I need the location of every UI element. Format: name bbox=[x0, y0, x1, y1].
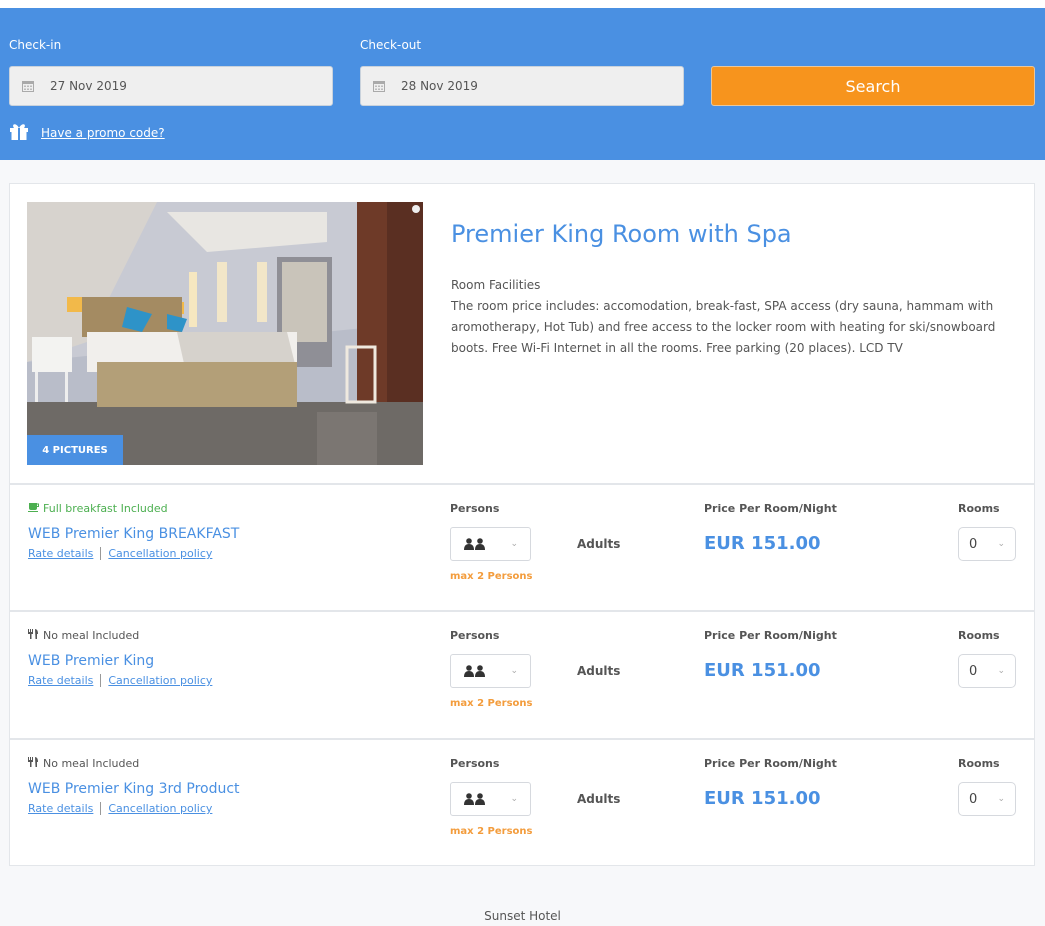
chevron-down-icon: ⌄ bbox=[997, 539, 1005, 549]
pictures-badge[interactable]: 4 PICTURES bbox=[27, 435, 123, 465]
rooms-value: 0 bbox=[969, 536, 978, 552]
rate-details-link[interactable]: Rate details bbox=[28, 674, 93, 687]
checkin-input[interactable]: 27 Nov 2019 bbox=[9, 66, 333, 106]
expand-icon[interactable] bbox=[412, 205, 420, 213]
rate-details-link[interactable]: Rate details bbox=[28, 547, 93, 560]
rate-row: No meal Included WEB Premier King Rate d… bbox=[10, 610, 1034, 737]
two-persons-icon bbox=[464, 790, 486, 809]
rate-links: Rate details Cancellation policy bbox=[28, 547, 212, 560]
promo-row: Have a promo code? bbox=[9, 122, 165, 144]
adults-label: Adults bbox=[577, 792, 621, 806]
max-persons-note: max 2 Persons bbox=[450, 571, 533, 582]
persons-label: Persons bbox=[450, 757, 500, 770]
room-title: Premier King Room with Spa bbox=[451, 220, 792, 248]
rate-row: No meal Included WEB Premier King 3rd Pr… bbox=[10, 738, 1034, 865]
meal-info: No meal Included bbox=[28, 629, 139, 642]
search-header: Check-in 27 Nov 2019 Check-out 28 Nov 20… bbox=[0, 8, 1045, 160]
persons-label: Persons bbox=[450, 629, 500, 642]
checkout-label: Check-out bbox=[360, 38, 422, 52]
rooms-value: 0 bbox=[969, 791, 978, 807]
cancellation-policy-link[interactable]: Cancellation policy bbox=[108, 674, 212, 687]
meal-info: No meal Included bbox=[28, 757, 139, 770]
calendar-icon bbox=[22, 80, 34, 92]
meal-label: No meal Included bbox=[43, 757, 140, 770]
checkin-value: 27 Nov 2019 bbox=[50, 79, 127, 93]
rate-name[interactable]: WEB Premier King 3rd Product bbox=[28, 781, 240, 797]
chevron-down-icon: ⌄ bbox=[510, 539, 518, 549]
cancellation-policy-link[interactable]: Cancellation policy bbox=[108, 802, 212, 815]
link-separator bbox=[100, 547, 102, 560]
room-photo-illustration bbox=[27, 202, 423, 465]
checkout-value: 28 Nov 2019 bbox=[401, 79, 478, 93]
price-label: Price Per Room/Night bbox=[704, 502, 837, 515]
coffee-cup-icon bbox=[28, 502, 39, 515]
rate-name[interactable]: WEB Premier King BREAKFAST bbox=[28, 526, 239, 542]
cutlery-icon bbox=[28, 629, 39, 642]
rate-row: Full breakfast Included WEB Premier King… bbox=[10, 483, 1034, 610]
meal-label: No meal Included bbox=[43, 629, 140, 642]
meal-info: Full breakfast Included bbox=[28, 502, 168, 515]
chevron-down-icon: ⌄ bbox=[510, 794, 518, 804]
price-value: EUR 151.00 bbox=[704, 533, 821, 554]
adults-label: Adults bbox=[577, 537, 621, 551]
checkout-input[interactable]: 28 Nov 2019 bbox=[360, 66, 684, 106]
rooms-label: Rooms bbox=[958, 629, 1000, 642]
rooms-select[interactable]: 0 ⌄ bbox=[958, 782, 1016, 816]
top-bar bbox=[0, 0, 1045, 8]
rate-links: Rate details Cancellation policy bbox=[28, 674, 212, 687]
price-label: Price Per Room/Night bbox=[704, 629, 837, 642]
rate-details-link[interactable]: Rate details bbox=[28, 802, 93, 815]
link-separator bbox=[100, 674, 102, 687]
rate-links: Rate details Cancellation policy bbox=[28, 802, 212, 815]
persons-select[interactable]: ⌄ bbox=[450, 527, 531, 561]
checkin-label: Check-in bbox=[9, 38, 62, 52]
facilities-label: Room Facilities bbox=[451, 278, 541, 292]
chevron-down-icon: ⌄ bbox=[510, 666, 518, 676]
price-label: Price Per Room/Night bbox=[704, 757, 837, 770]
link-separator bbox=[100, 802, 102, 815]
cutlery-icon bbox=[28, 757, 39, 770]
persons-select[interactable]: ⌄ bbox=[450, 654, 531, 688]
footer-hotel-name: Sunset Hotel bbox=[484, 909, 561, 923]
calendar-icon bbox=[373, 80, 385, 92]
adults-label: Adults bbox=[577, 664, 621, 678]
meal-label: Full breakfast Included bbox=[43, 502, 168, 515]
price-value: EUR 151.00 bbox=[704, 660, 821, 681]
max-persons-note: max 2 Persons bbox=[450, 826, 533, 837]
persons-select[interactable]: ⌄ bbox=[450, 782, 531, 816]
room-card: 4 PICTURES Premier King Room with Spa Ro… bbox=[9, 183, 1035, 866]
rooms-select[interactable]: 0 ⌄ bbox=[958, 527, 1016, 561]
facilities-text: The room price includes: accomodation, b… bbox=[451, 299, 996, 355]
rooms-label: Rooms bbox=[958, 502, 1000, 515]
gift-icon bbox=[9, 122, 29, 144]
two-persons-icon bbox=[464, 662, 486, 681]
cancellation-policy-link[interactable]: Cancellation policy bbox=[108, 547, 212, 560]
promo-code-link[interactable]: Have a promo code? bbox=[41, 126, 165, 140]
rooms-select[interactable]: 0 ⌄ bbox=[958, 654, 1016, 688]
two-persons-icon bbox=[464, 535, 486, 554]
room-photo[interactable]: 4 PICTURES bbox=[27, 202, 423, 465]
rooms-value: 0 bbox=[969, 663, 978, 679]
price-value: EUR 151.00 bbox=[704, 788, 821, 809]
search-button[interactable]: Search bbox=[711, 66, 1035, 106]
chevron-down-icon: ⌄ bbox=[997, 666, 1005, 676]
rooms-label: Rooms bbox=[958, 757, 1000, 770]
max-persons-note: max 2 Persons bbox=[450, 698, 533, 709]
rate-name[interactable]: WEB Premier King bbox=[28, 653, 154, 669]
chevron-down-icon: ⌄ bbox=[997, 794, 1005, 804]
persons-label: Persons bbox=[450, 502, 500, 515]
